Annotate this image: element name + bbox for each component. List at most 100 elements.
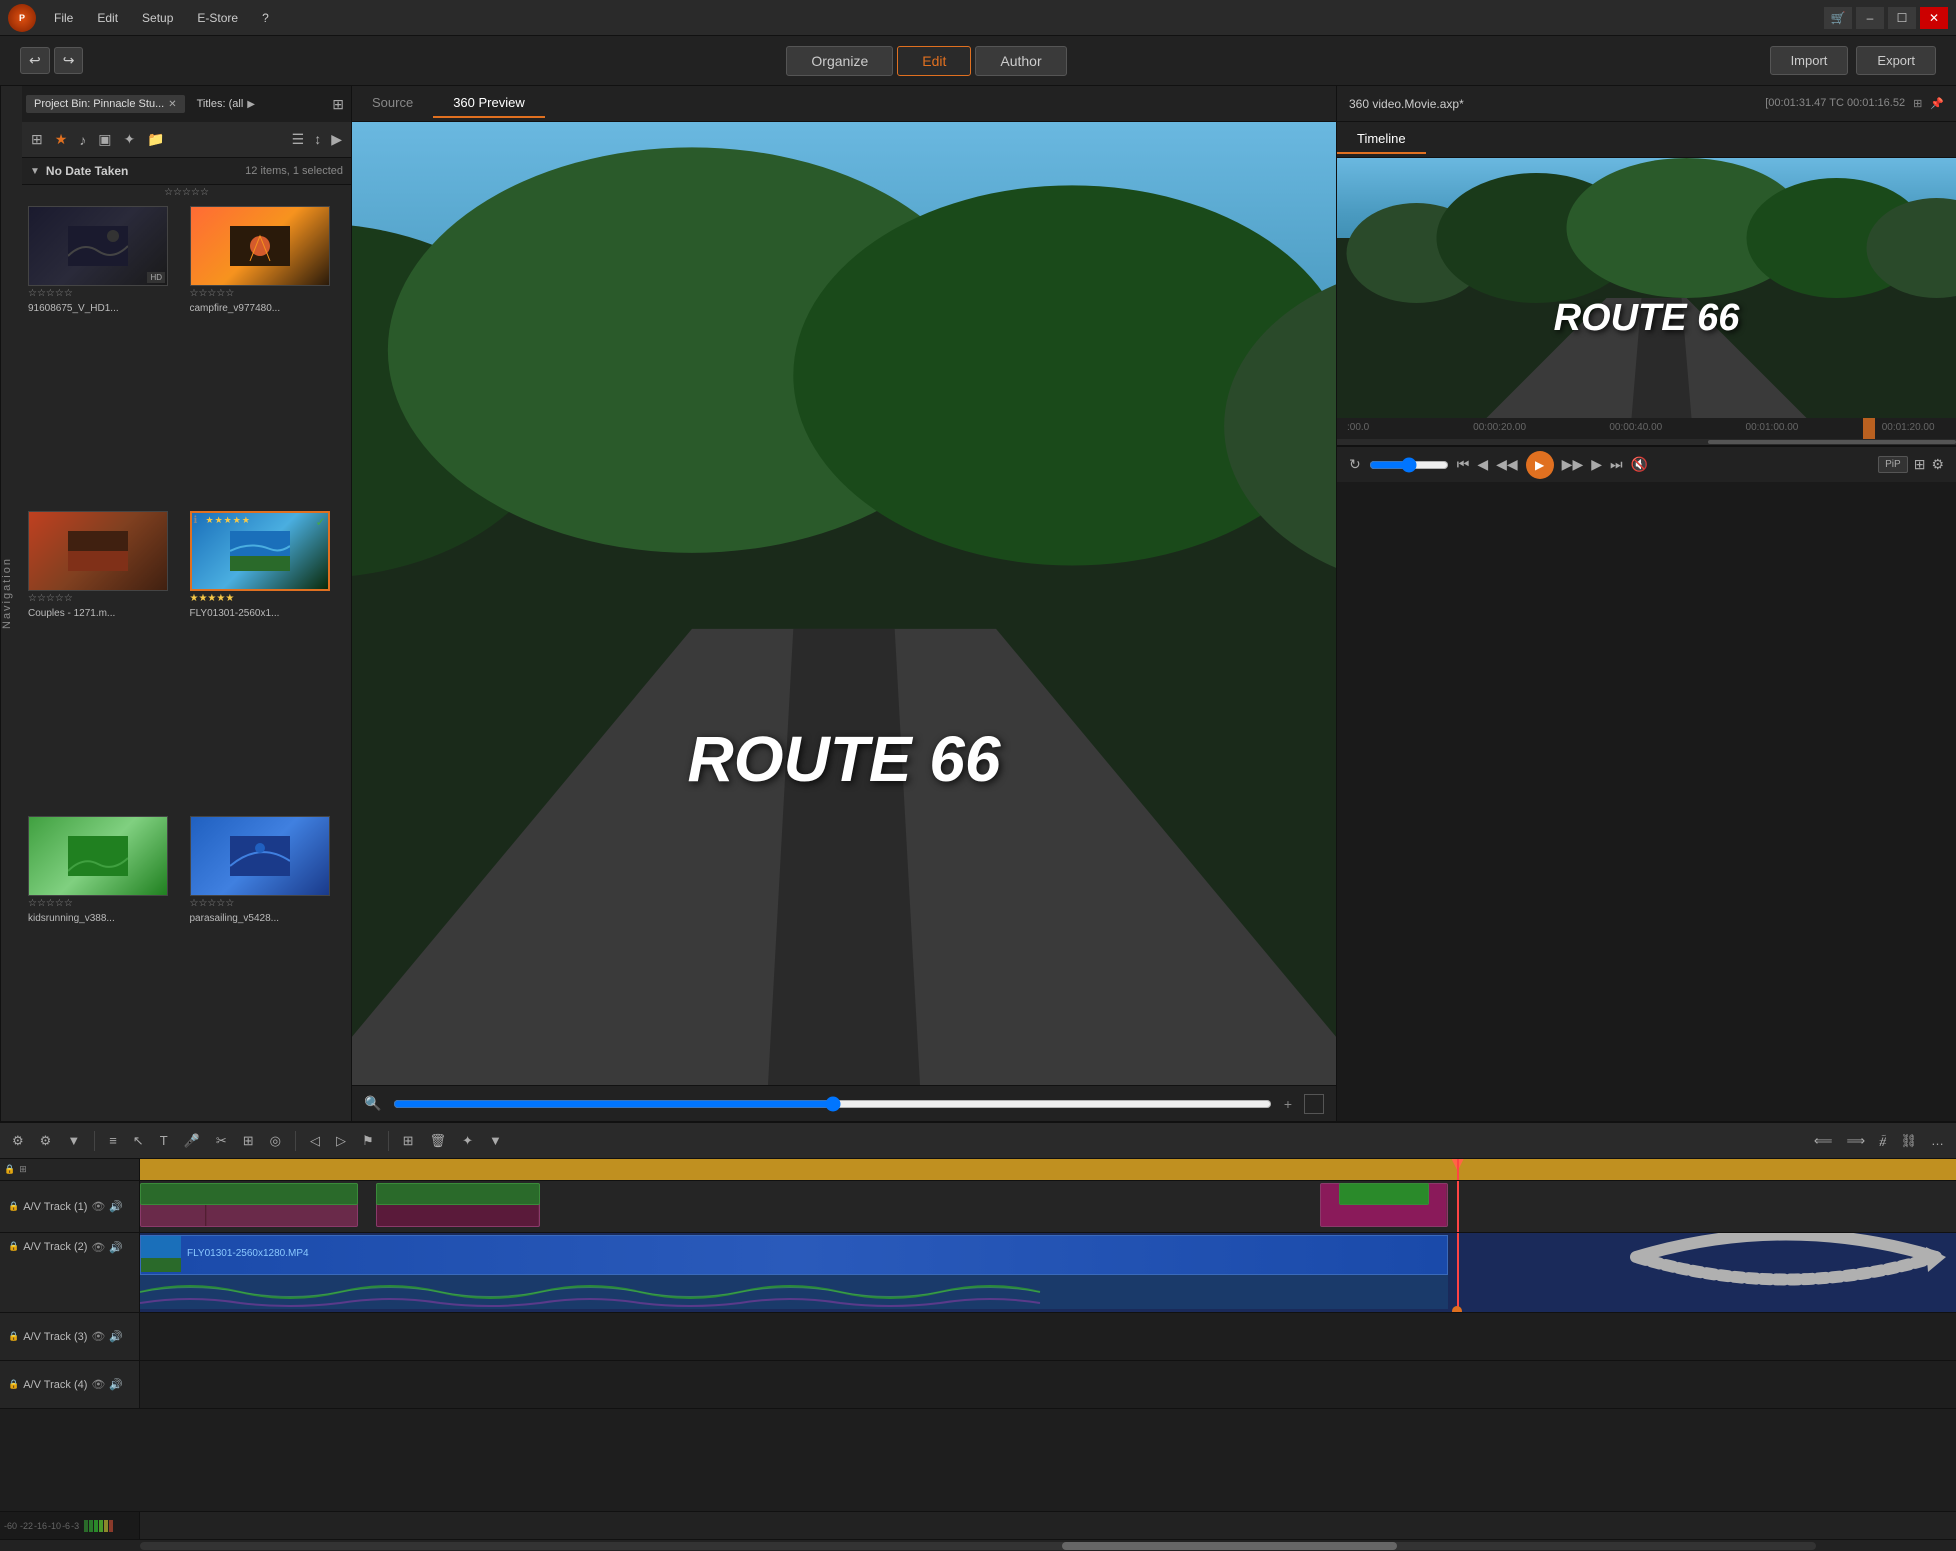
tl-copy-icon[interactable]: ⊞: [399, 1131, 418, 1151]
minimize-button[interactable]: –: [1856, 7, 1884, 29]
track-4-eye-icon[interactable]: 👁: [91, 1378, 105, 1391]
tl-marker-out-icon[interactable]: ▷: [332, 1131, 350, 1151]
pin-icon[interactable]: 📌: [1930, 97, 1944, 110]
track-2-eye-icon[interactable]: 👁: [91, 1241, 105, 1254]
tl-delete-icon[interactable]: 🗑: [426, 1131, 451, 1151]
track-2-sound-icon[interactable]: 🔊: [109, 1241, 123, 1254]
scrollbar-thumb[interactable]: [1062, 1542, 1397, 1550]
track-1-eye-icon[interactable]: 👁: [91, 1200, 105, 1213]
full-screen-icon[interactable]: ⊞: [1914, 456, 1926, 473]
media-thumb[interactable]: HD: [28, 206, 168, 286]
tl-chapter-icon[interactable]: ⚑: [358, 1131, 378, 1151]
mute-icon[interactable]: 🔇: [1631, 456, 1648, 473]
export-button[interactable]: Export: [1856, 46, 1936, 75]
clip-360[interactable]: FLY01301-2560x1280.MP4: [140, 1235, 1448, 1275]
track-4-content[interactable]: [140, 1361, 1956, 1408]
music-icon[interactable]: ♪: [76, 130, 89, 150]
skip-start-icon[interactable]: ⏮: [1457, 456, 1470, 473]
media-thumb[interactable]: [28, 816, 168, 896]
gold-track-content[interactable]: [140, 1159, 1956, 1180]
more-icon[interactable]: ▶: [328, 129, 345, 150]
project-bin-close[interactable]: ✕: [168, 99, 176, 110]
tl-text-icon[interactable]: T: [156, 1131, 172, 1150]
maximize-button[interactable]: ☐: [1888, 7, 1916, 29]
media-thumb[interactable]: [190, 816, 330, 896]
next-frame-icon[interactable]: ▶: [1591, 456, 1602, 473]
nav-btn-redo[interactable]: ↪: [54, 47, 84, 74]
track-2-content[interactable]: FLY01301-2560x1280.MP4: [140, 1233, 1956, 1312]
list-item[interactable]: ☆☆☆☆☆ kidsrunning_v388...: [28, 816, 184, 1115]
sort-icon[interactable]: ↕: [311, 129, 324, 150]
tl-snap-icon[interactable]: ⧤: [1875, 1131, 1890, 1151]
film-icon[interactable]: ▣: [95, 129, 114, 150]
tab-360-preview[interactable]: 360 Preview: [433, 89, 545, 118]
forward-icon[interactable]: ▶▶: [1562, 456, 1584, 473]
settings-icon[interactable]: ✦: [121, 129, 139, 150]
menu-item-estore[interactable]: E-Store: [191, 9, 244, 27]
tl-menu-icon[interactable]: ▼: [485, 1131, 506, 1150]
play-button[interactable]: ▶: [1526, 451, 1554, 479]
loop-icon[interactable]: ↻: [1349, 456, 1361, 473]
menu-item-edit[interactable]: Edit: [91, 9, 124, 27]
list-view-icon[interactable]: ☰: [289, 129, 308, 150]
tl-marker-in-icon[interactable]: ◁: [306, 1131, 324, 1151]
nav-btn-undo[interactable]: ↩: [20, 47, 50, 74]
track-4-sound-icon[interactable]: 🔊: [109, 1378, 123, 1391]
tl-cursor-icon[interactable]: ↖: [129, 1131, 148, 1151]
menu-item-help[interactable]: ?: [256, 9, 275, 27]
nav-author[interactable]: Author: [975, 46, 1066, 76]
preview-size-icon[interactable]: [1304, 1094, 1324, 1114]
tl-magnet-icon[interactable]: ⚙: [36, 1131, 56, 1151]
clip-green-1[interactable]: [140, 1183, 358, 1205]
project-bin-tab[interactable]: Project Bin: Pinnacle Stu... ✕: [26, 95, 185, 113]
view-grid-icon[interactable]: ⊞: [28, 129, 46, 150]
tl-trim-icon[interactable]: ✂: [212, 1131, 231, 1151]
tl-scope-icon[interactable]: ◎: [266, 1131, 285, 1151]
rewind-icon[interactable]: ◀◀: [1496, 456, 1518, 473]
media-thumb[interactable]: ℹ ✓ ★ ★ ★ ★ ★: [190, 511, 330, 591]
tl-grid-icon[interactable]: ⊞: [239, 1131, 258, 1151]
menu-item-file[interactable]: File: [48, 9, 79, 27]
tl-forward-icon[interactable]: ⟹: [1843, 1131, 1870, 1151]
tab-timeline[interactable]: Timeline: [1337, 125, 1426, 154]
star-icon[interactable]: ★: [52, 129, 71, 150]
tl-back-icon[interactable]: ⟸: [1810, 1131, 1837, 1151]
list-item[interactable]: ☆☆☆☆☆ Couples - 1271.m...: [28, 511, 184, 810]
zoom-in-icon[interactable]: +: [1284, 1096, 1292, 1112]
tl-bars-icon[interactable]: ≡: [105, 1131, 121, 1150]
media-thumb[interactable]: [190, 206, 330, 286]
track-3-eye-icon[interactable]: 👁: [91, 1330, 105, 1343]
tl-settings-icon[interactable]: ⚙: [8, 1131, 28, 1151]
folder-icon[interactable]: 📁: [144, 129, 167, 150]
timeline-scrollbar[interactable]: [0, 1539, 1956, 1551]
titles-tab[interactable]: Titles: (all ▶: [189, 95, 263, 113]
list-item[interactable]: ☆☆☆☆☆ parasailing_v5428...: [190, 816, 346, 1115]
tl-effects-icon[interactable]: ✦: [458, 1131, 477, 1151]
prev-frame-icon[interactable]: ◀: [1477, 456, 1488, 473]
section-collapse-icon[interactable]: ▼: [30, 166, 40, 177]
tab-source[interactable]: Source: [352, 89, 433, 118]
nav-organize[interactable]: Organize: [786, 46, 893, 76]
track-3-content[interactable]: [140, 1313, 1956, 1360]
clip-green-2[interactable]: [376, 1183, 539, 1205]
close-button[interactable]: ✕: [1920, 7, 1948, 29]
menu-item-setup[interactable]: Setup: [136, 9, 179, 27]
tl-mic-icon[interactable]: 🎤: [180, 1131, 204, 1151]
zoom-slider[interactable]: [393, 1096, 1271, 1112]
track-3-sound-icon[interactable]: 🔊: [109, 1330, 123, 1343]
list-item[interactable]: ℹ ✓ ★ ★ ★ ★ ★ ★★★★★ FLY01301-2560x1...: [190, 511, 346, 810]
track-1-sound-icon[interactable]: 🔊: [109, 1200, 123, 1213]
skip-end-icon[interactable]: ⏭: [1610, 456, 1623, 473]
expand-icon[interactable]: ⊞: [1913, 97, 1922, 110]
cart-button[interactable]: 🛒: [1824, 7, 1852, 29]
tl-dropdown-icon[interactable]: ▼: [63, 1131, 84, 1150]
volume-slider[interactable]: [1369, 457, 1449, 473]
clip-green-3[interactable]: [1339, 1183, 1430, 1205]
tl-more-icon[interactable]: …: [1927, 1131, 1948, 1150]
list-item[interactable]: HD ☆☆☆☆☆ 91608675_V_HD1...: [28, 206, 184, 505]
zoom-out-icon[interactable]: 🔍: [364, 1095, 381, 1112]
media-thumb[interactable]: [28, 511, 168, 591]
nav-edit[interactable]: Edit: [897, 46, 971, 76]
tl-link-icon[interactable]: ⛓: [1896, 1131, 1921, 1151]
panel-dock-icon[interactable]: ⊞: [329, 94, 347, 115]
